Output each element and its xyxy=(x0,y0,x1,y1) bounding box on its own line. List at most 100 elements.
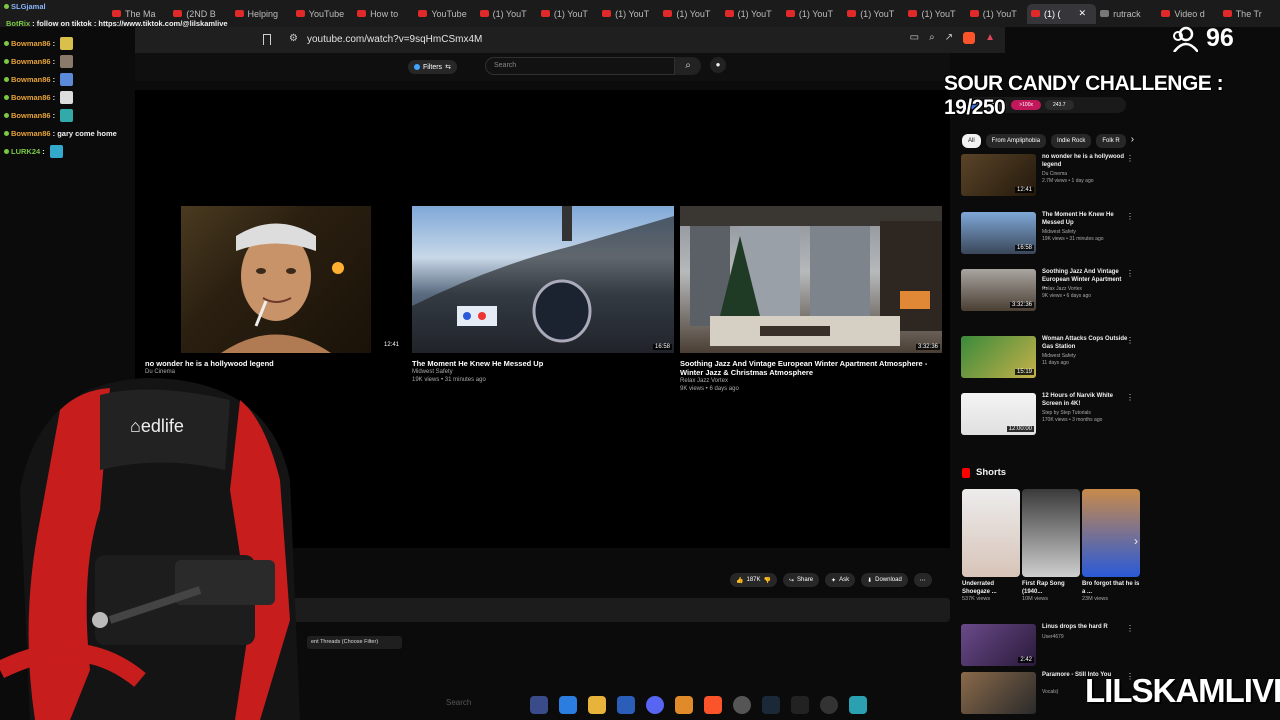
copilot-icon[interactable] xyxy=(530,696,548,714)
endscreen-video-2[interactable]: 16:58 The Moment He Knew He Messed Up Mi… xyxy=(412,206,674,384)
browser-tab[interactable]: (1) YouT xyxy=(476,4,537,24)
voice-search-button[interactable]: ● xyxy=(710,57,726,73)
browser-tab[interactable]: (1) YouT xyxy=(537,4,598,24)
chip-indie-rock[interactable]: Indie Rock xyxy=(1051,134,1092,148)
obs-icon[interactable] xyxy=(733,696,751,714)
taskbar: Search xyxy=(440,690,920,720)
police-chase-thumbnail xyxy=(412,206,674,353)
filters-button[interactable]: Filters ⇆ xyxy=(408,60,457,74)
more-options-icon[interactable]: ⋮ xyxy=(1126,393,1134,402)
ask-button[interactable]: ✦ Ask xyxy=(825,573,856,587)
4k-downloader-icon[interactable] xyxy=(820,696,838,714)
youtube-favicon-icon xyxy=(357,10,367,17)
endscreen-video-3[interactable]: 3:32:36 Soothing Jazz And Vintage Europe… xyxy=(680,206,942,393)
shorts-next-icon[interactable]: › xyxy=(1134,534,1138,548)
browser-tab[interactable]: (1) YouT xyxy=(721,4,782,24)
screenshot-icon[interactable]: ▭ xyxy=(910,32,919,44)
tab-label: (1) YouT xyxy=(676,8,711,19)
browser-tab[interactable]: (1) (✕ xyxy=(1026,3,1097,24)
short-video[interactable]: First Rap Song (1940... 10M views xyxy=(1022,489,1080,602)
recommended-channel: Midwest Safety xyxy=(1042,229,1076,235)
shorts-header: Shorts xyxy=(962,467,1006,478)
chip-folk[interactable]: Folk R xyxy=(1096,134,1126,148)
search-input[interactable]: Search xyxy=(485,57,675,75)
download-button[interactable]: ⬇ Download xyxy=(861,573,908,587)
close-tab-icon[interactable]: ✕ xyxy=(1078,8,1086,19)
recommended-video[interactable]: 15:19 Woman Attacks Cops Outside Gas Stat… xyxy=(961,336,1136,381)
browser-tab[interactable]: How to xyxy=(353,4,414,24)
chat-message: Bowman86: xyxy=(4,52,134,70)
store-icon[interactable] xyxy=(617,696,635,714)
browser-tab[interactable]: (1) YouT xyxy=(782,4,843,24)
more-options-icon[interactable]: ⋮ xyxy=(1126,269,1134,278)
steam-icon[interactable] xyxy=(762,696,780,714)
address-bar[interactable]: ⚙ youtube.com/watch?v=9sqHmCSmx4M ▭ ⌕ ↗ … xyxy=(135,27,1005,53)
search-button[interactable]: ⌕ xyxy=(675,57,701,75)
browser-tab[interactable]: Video d xyxy=(1157,4,1218,24)
recommended-video[interactable]: 12:41 no wonder he is a hollywood legend D… xyxy=(961,154,1136,199)
browser-tab[interactable]: (1) YouT xyxy=(843,4,904,24)
recommended-video[interactable]: 12:00:00 12 Hours of Narvik White Screen … xyxy=(961,393,1136,438)
app-icon[interactable] xyxy=(675,696,693,714)
browser-tab[interactable]: (1) YouT xyxy=(904,4,965,24)
browser-tab[interactable]: rutrack xyxy=(1096,4,1157,24)
more-options-icon[interactable]: ⋮ xyxy=(1126,154,1134,163)
browser-tab[interactable]: YouTube xyxy=(414,4,475,24)
bookmark-icon[interactable] xyxy=(263,34,271,45)
notepad-icon[interactable] xyxy=(849,696,867,714)
browser-tab[interactable]: YouTube xyxy=(292,4,353,24)
dislike-icon[interactable]: 👎 xyxy=(764,577,771,584)
chips-next-icon[interactable]: › xyxy=(1131,134,1134,148)
brave-rewards-icon[interactable]: ▲ xyxy=(985,32,995,44)
browser-tab[interactable]: Helping xyxy=(231,4,292,24)
brave-icon[interactable] xyxy=(704,696,722,714)
comments-sort-dropdown[interactable]: ent Threads (Choose Filter) xyxy=(307,636,402,649)
mic-icon: ● xyxy=(715,60,721,69)
share-label: Share xyxy=(797,577,814,583)
more-options-icon[interactable]: ⋮ xyxy=(1126,336,1134,345)
zoom-icon[interactable]: ⌕ xyxy=(929,32,935,44)
youtube-favicon-icon xyxy=(418,10,428,17)
download-icon: ⬇ xyxy=(867,577,873,584)
chat-username: Bowman86 xyxy=(11,74,51,84)
video-actions: 👍 187K 👎 ↪ Share ✦ Ask ⬇ Download ⋯ xyxy=(730,573,932,587)
app-icon-2[interactable] xyxy=(791,696,809,714)
recommended-duration: 3:32:36 xyxy=(1009,302,1034,308)
endscreen-duration-2: 16:58 xyxy=(652,344,672,350)
short-video[interactable]: Underrated Shoegaze ... 537K views xyxy=(962,489,1020,602)
like-button[interactable]: 👍 187K 👎 xyxy=(730,573,777,587)
more-options-icon[interactable]: ⋮ xyxy=(1126,212,1134,221)
recommended-video[interactable]: 16:58 The Moment He Knew He Messed Up Midw… xyxy=(961,212,1136,257)
browser-tab[interactable]: (1) YouT xyxy=(598,4,659,24)
share-icon[interactable]: ↗ xyxy=(945,32,953,44)
chip-all[interactable]: All xyxy=(962,134,981,148)
recommended-video[interactable]: 3:32:36 Soothing Jazz And Vintage Europea… xyxy=(961,269,1136,314)
browser-tab[interactable]: (1) YouT xyxy=(966,4,1027,24)
chip-from-channel[interactable]: From Ampliphobia xyxy=(985,134,1047,148)
browser-tab[interactable]: (1) YouT xyxy=(659,4,720,24)
more-options-icon[interactable]: ⋮ xyxy=(1126,624,1134,633)
browser-tab[interactable]: The Tr xyxy=(1219,4,1280,24)
chat-message: Bowman86: gary come home xyxy=(4,124,134,142)
endscreen-video-1[interactable]: 12:41 no wonder he is a hollywood legend… xyxy=(145,206,401,376)
youtube-favicon-icon xyxy=(1222,10,1232,17)
chat-text: : gary come home xyxy=(52,128,117,138)
more-actions-button[interactable]: ⋯ xyxy=(913,573,932,587)
url-text[interactable]: youtube.com/watch?v=9sqHmCSmx4M xyxy=(307,34,482,45)
recommended-meta: Vocals) xyxy=(1042,689,1059,695)
brave-shield-icon[interactable] xyxy=(963,32,976,44)
recommended-title: 12 Hours of Narvik White Screen in 4K! xyxy=(1042,393,1114,407)
recommended-video[interactable]: 2:42 Linus drops the hard R User4679 ⋮ xyxy=(961,624,1136,669)
search-icon: ⌕ xyxy=(685,60,691,71)
sliders-icon: ⇆ xyxy=(445,64,451,71)
site-info-icon[interactable]: ⚙ xyxy=(289,33,298,44)
share-button[interactable]: ↪ Share xyxy=(782,573,820,587)
short-video[interactable]: Bro forgot that he is a ... 23M views xyxy=(1082,489,1140,602)
taskbar-search[interactable]: Search xyxy=(446,698,471,707)
copilot-app-icon[interactable] xyxy=(559,696,577,714)
file-explorer-icon[interactable] xyxy=(588,696,606,714)
short-thumbnail xyxy=(962,489,1020,577)
discord-icon[interactable] xyxy=(646,696,664,714)
tab-label: (1) YouT xyxy=(921,8,956,19)
chat-message: Bowman86: xyxy=(4,70,134,88)
